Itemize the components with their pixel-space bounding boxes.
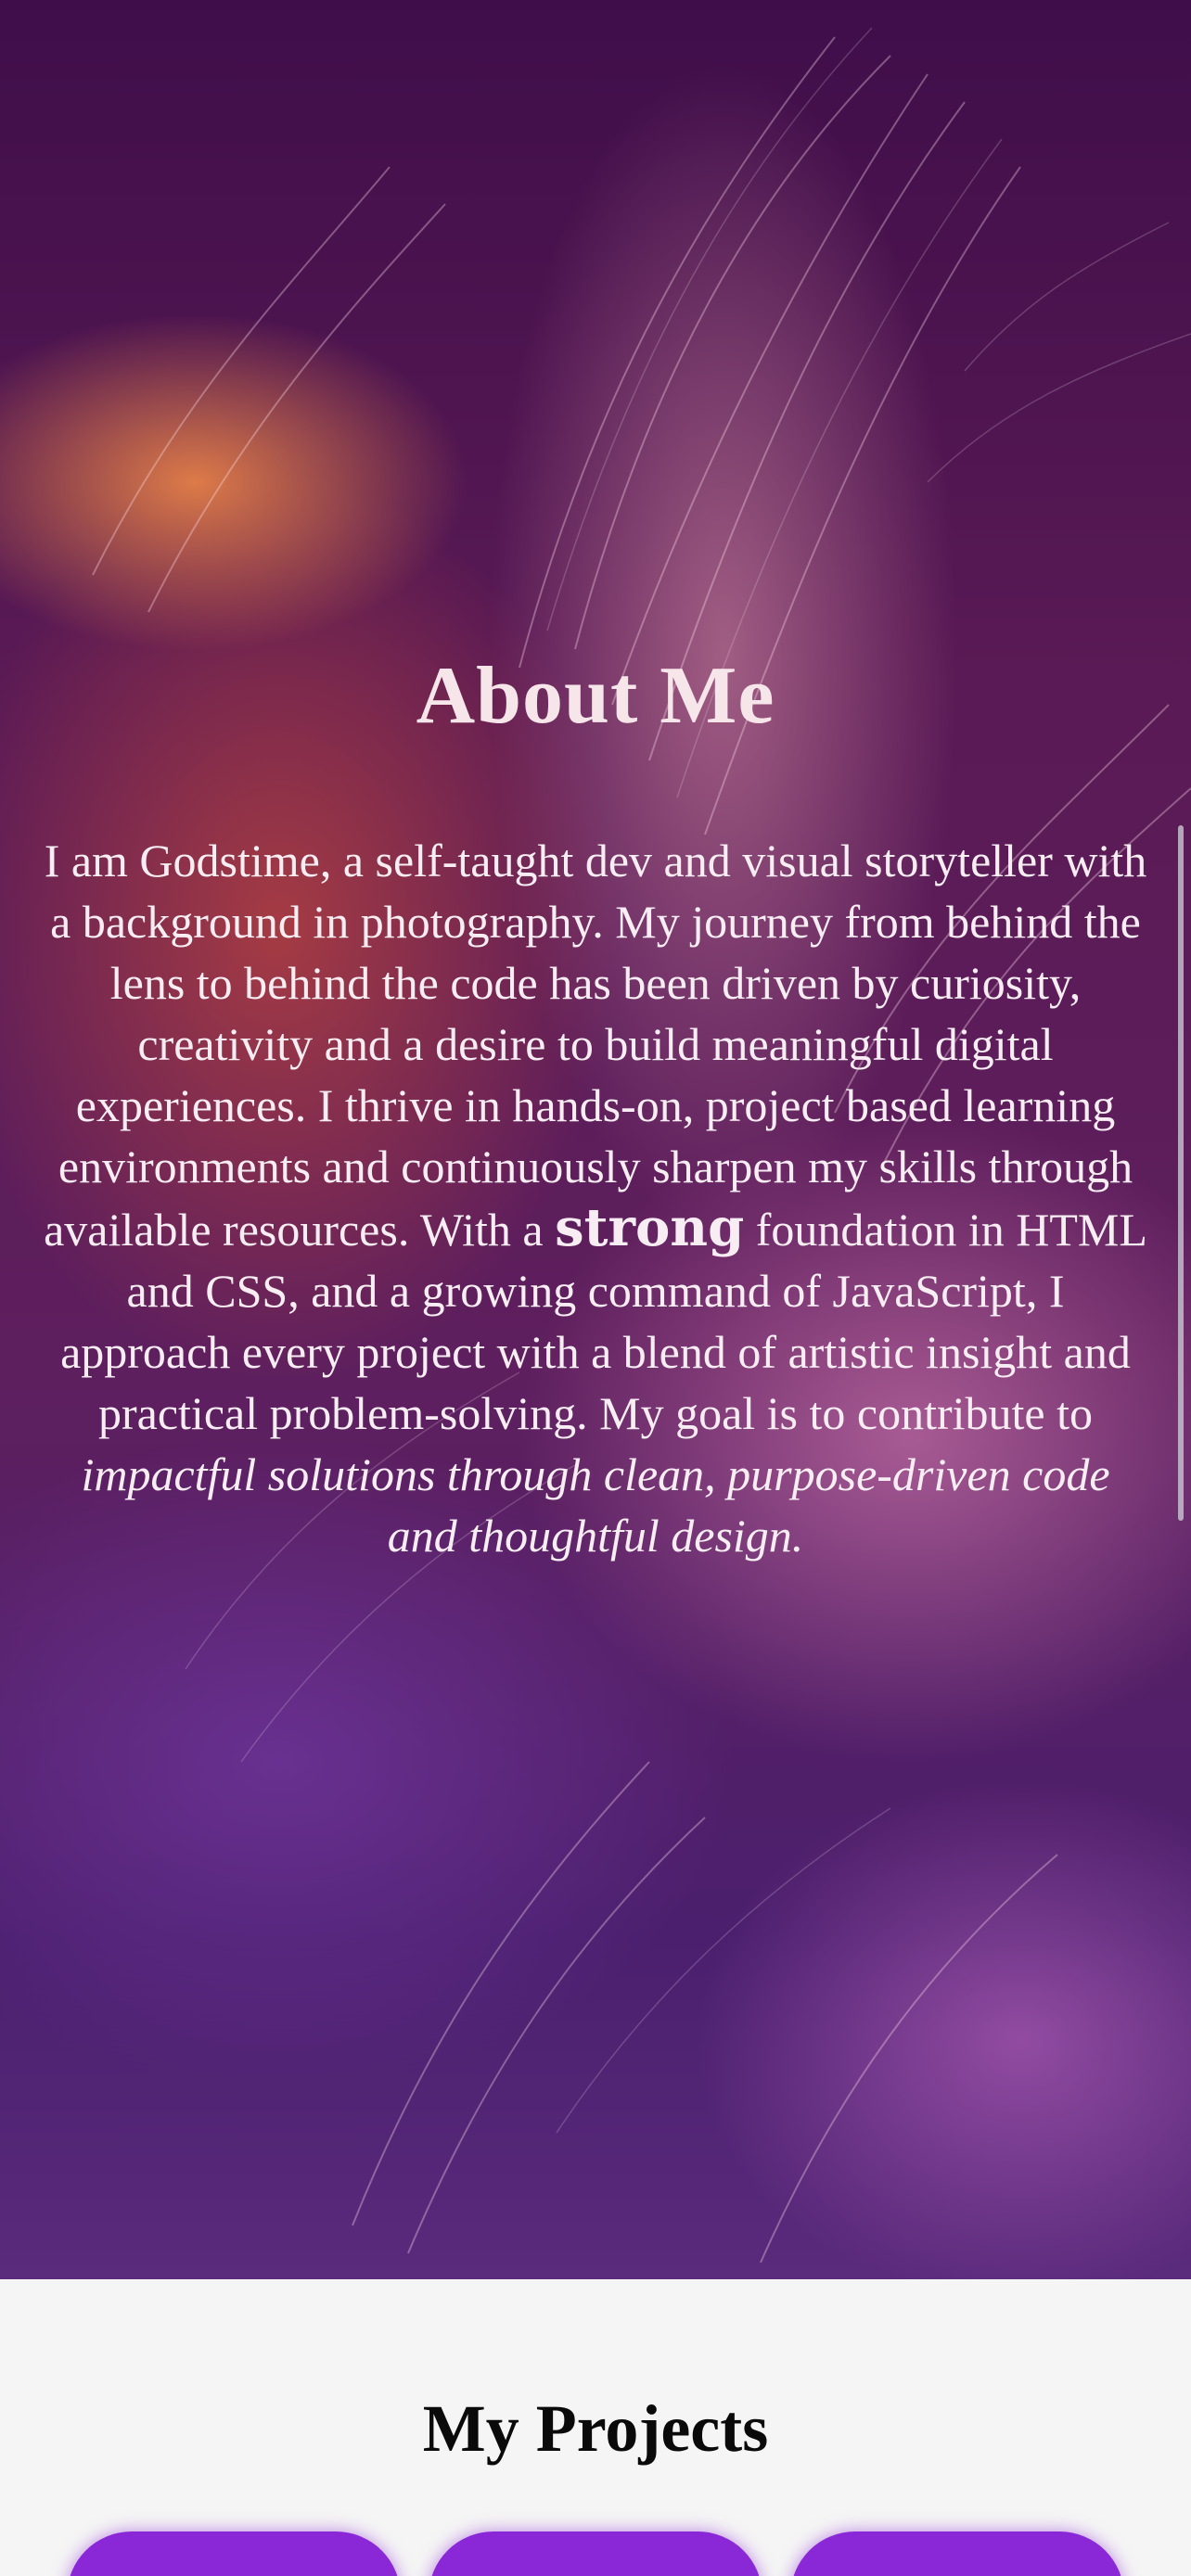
- project-card-1[interactable]: [67, 2531, 401, 2576]
- scrollbar[interactable]: [1178, 825, 1184, 1521]
- about-paragraph: I am Godstime, a self-taught dev and vis…: [41, 830, 1150, 1566]
- about-text-part1: I am Godstime, a self-taught dev and vis…: [44, 835, 1147, 1256]
- project-card-3[interactable]: [790, 2531, 1124, 2576]
- about-section: About Me I am Godstime, a self-taught de…: [0, 0, 1191, 2279]
- about-italic-text: impactful solutions through clean, purpo…: [81, 1448, 1110, 1562]
- project-card-2[interactable]: [429, 2531, 762, 2576]
- projects-section: My Projects: [0, 2279, 1191, 2576]
- about-title: About Me: [416, 651, 775, 741]
- about-strong-word: strong: [555, 1197, 745, 1258]
- projects-title: My Projects: [422, 2391, 769, 2466]
